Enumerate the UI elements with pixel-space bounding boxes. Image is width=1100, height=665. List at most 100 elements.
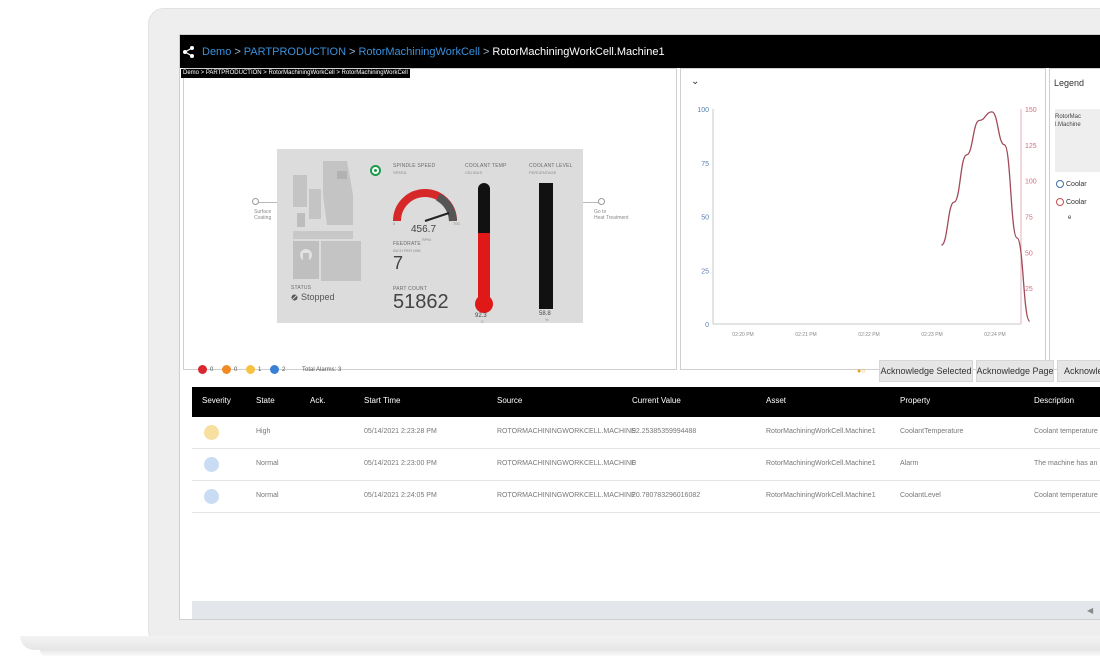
cell-state: Normal	[256, 460, 279, 467]
top-bar: Demo > PARTPRODUCTION > RotorMachiningWo…	[180, 35, 1100, 68]
cell-start-time: 05/14/2021 2:23:28 PM	[364, 428, 437, 435]
flow-node-in[interactable]	[252, 198, 259, 205]
cell-current-value: 92.25385359994488	[632, 428, 697, 435]
y-right-tick-label: 25	[1025, 286, 1033, 293]
cell-state: Normal	[256, 492, 279, 499]
y-left-tick-label: 75	[701, 161, 709, 168]
alarm-toolbar: 0 0 1 2 Total Alarms: 3 ●○ Acknowledge S…	[180, 357, 1100, 385]
cell-property: CoolantLevel	[900, 492, 941, 499]
acknowledge-selected-button[interactable]: Acknowledge Selected	[879, 360, 973, 382]
cell-current-value: 20.780783296016082	[632, 492, 701, 499]
spindle-value: 456.7	[411, 224, 437, 235]
cell-start-time: 05/14/2021 2:23:00 PM	[364, 460, 437, 467]
flow-node-out[interactable]	[598, 198, 605, 205]
acknowledge-all-button[interactable]: Acknowle	[1057, 360, 1100, 382]
total-alarms: Total Alarms: 3	[302, 367, 342, 373]
table-row[interactable]: High 05/14/2021 2:23:28 PM ROTORMACHININ…	[192, 417, 1100, 449]
x-tick-label: 02:20 PM	[732, 332, 753, 338]
column-state[interactable]: State	[256, 396, 275, 405]
y-left-tick-label: 25	[701, 268, 709, 275]
minor-alarm-icon	[246, 365, 255, 374]
legend-item[interactable]: Coolar	[1056, 180, 1087, 188]
info-counter[interactable]: 2	[270, 365, 285, 374]
column-start-time[interactable]: Start Time	[364, 396, 400, 405]
coolant-temp-sub: CELSIUS	[465, 170, 483, 175]
column-property[interactable]: Property	[900, 396, 930, 405]
cell-description: The machine has an	[1034, 460, 1098, 467]
laptop-base-shadow	[40, 650, 1100, 656]
status-value: Stopped	[301, 292, 335, 302]
critical-counter[interactable]: 0	[198, 365, 213, 374]
y-right-tick-label: 150	[1025, 107, 1037, 114]
flow-label-out: Go to Heat Treatment	[594, 209, 629, 221]
breadcrumb-separator: >	[234, 45, 241, 58]
y-left-tick-label: 0	[705, 322, 709, 329]
y-right-tick-label: 125	[1025, 143, 1037, 150]
major-count: 0	[234, 366, 238, 373]
legend-group-name: RotorMac l.Machine	[1055, 114, 1082, 128]
scroll-left-icon[interactable]: ◀	[1087, 606, 1093, 615]
minor-count: 1	[258, 366, 262, 373]
cell-source: ROTORMACHININGWORKCELL.MACHINE	[497, 492, 636, 499]
spindle-unit: RPM	[422, 237, 431, 242]
x-tick-label: 02:22 PM	[858, 332, 879, 338]
gauge-min: 0	[393, 221, 396, 226]
y-right-tick-label: 75	[1025, 215, 1033, 222]
table-row[interactable]: Normal 05/14/2021 2:23:00 PM ROTORMACHIN…	[192, 449, 1100, 481]
column-severity[interactable]: Severity	[202, 396, 231, 405]
share-icon[interactable]	[180, 43, 198, 61]
column-current-value[interactable]: Current Value	[632, 396, 681, 405]
coolant-level-bar	[539, 183, 553, 309]
machine-card[interactable]: SPINDLE SPEED SPEED 0 700 456.7 RPM FEED…	[277, 149, 583, 324]
cell-asset: RotorMachiningWorkCell.Machine1	[766, 428, 876, 435]
legend-item[interactable]: Coolar	[1056, 198, 1087, 206]
breadcrumb-partproduction[interactable]: PARTPRODUCTION	[244, 46, 346, 58]
minor-counter[interactable]: 1	[246, 365, 261, 374]
coolant-temp-thermometer	[478, 183, 490, 301]
panel-path: Demo > PARTPRODUCTION > RotorMachiningWo…	[181, 69, 410, 78]
cell-property: Alarm	[900, 460, 919, 467]
breadcrumb: Demo > PARTPRODUCTION > RotorMachiningWo…	[202, 46, 665, 58]
status-text: Stopped	[291, 292, 335, 302]
horizontal-scrollbar[interactable]: ◀	[192, 601, 1100, 619]
acknowledge-page-button[interactable]: Acknowledge Page	[976, 360, 1054, 382]
coolant-temp-bulb	[475, 295, 493, 313]
column-source[interactable]: Source	[497, 396, 522, 405]
feedrate-value: 7	[393, 253, 404, 273]
table-row[interactable]: Normal 05/14/2021 2:24:05 PM ROTORMACHIN…	[192, 481, 1100, 513]
legend-item-label: Coolar	[1066, 180, 1087, 188]
alarms-table: Severity State Ack. Start Time Source Cu…	[192, 387, 1100, 619]
column-ack[interactable]: Ack.	[310, 396, 326, 405]
legend-title: Legend	[1054, 78, 1085, 88]
severity-warning-icon	[204, 425, 219, 440]
cell-description: Coolant temperature	[1034, 428, 1098, 435]
coolant-temp-unit: C	[481, 319, 484, 324]
legend-circle-icon	[1056, 180, 1064, 188]
spindle-gauge-icon	[393, 189, 457, 222]
legend-item-label: Coolar	[1066, 198, 1087, 206]
column-description[interactable]: Description	[1034, 396, 1074, 405]
info-alarm-icon	[270, 365, 279, 374]
gauge-max: 700	[453, 221, 460, 226]
part-count-value: 51862	[393, 291, 449, 313]
coolant-temp-fill	[478, 232, 490, 301]
feedrate-label: FEEDRATE	[393, 241, 421, 247]
breadcrumb-demo[interactable]: Demo	[202, 46, 231, 58]
y-left-tick-label: 50	[701, 215, 709, 222]
spindle-label: SPINDLE SPEED	[393, 163, 436, 169]
legend-item-wrap: e	[1068, 215, 1072, 221]
critical-alarm-icon	[198, 365, 207, 374]
cell-current-value: 0	[632, 460, 636, 467]
x-tick-label: 02:24 PM	[984, 332, 1005, 338]
column-asset[interactable]: Asset	[766, 396, 786, 405]
severity-info-icon	[204, 457, 219, 472]
critical-count: 0	[210, 366, 214, 373]
breadcrumb-workcell[interactable]: RotorMachiningWorkCell	[358, 46, 479, 58]
cell-description: Coolant temperature	[1034, 492, 1098, 499]
cell-asset: RotorMachiningWorkCell.Machine1	[766, 460, 876, 467]
breadcrumb-separator: >	[482, 45, 490, 58]
major-counter[interactable]: 0	[222, 365, 237, 374]
series-line	[940, 111, 1031, 322]
trend-chart[interactable]: 100 75 50 25 0 150 125 100 75 50 25 02:20 PM 02:21 P…	[681, 69, 1047, 371]
x-tick-label: 02:23 PM	[921, 332, 942, 338]
